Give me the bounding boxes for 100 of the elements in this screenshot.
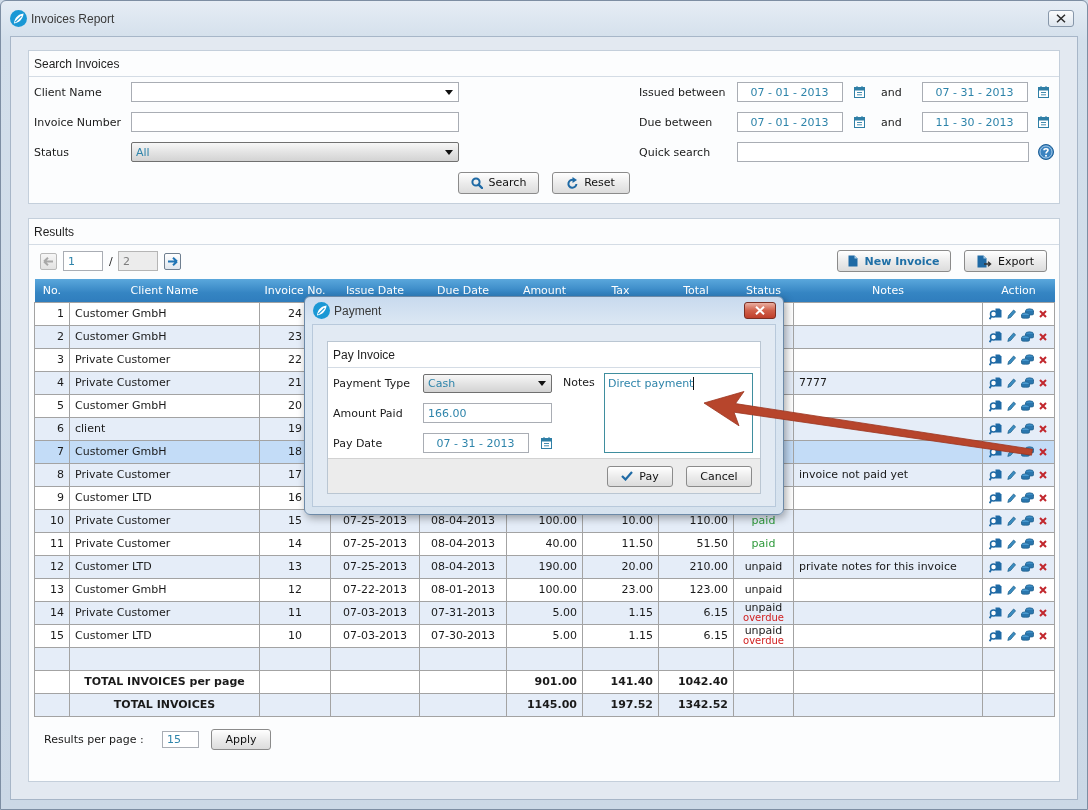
page-field[interactable]: 1	[63, 251, 103, 271]
caret-icon	[445, 149, 453, 155]
document-search-icon[interactable]	[989, 422, 1002, 435]
pay-button[interactable]: Pay	[607, 465, 673, 487]
coins-icon[interactable]	[1021, 629, 1034, 642]
notes-field[interactable]: Direct payment	[604, 373, 753, 453]
pencil-icon[interactable]	[1007, 354, 1016, 365]
date-field[interactable]: 07 - 31 - 2013	[423, 433, 529, 453]
coins-icon[interactable]	[1021, 583, 1034, 596]
pencil-icon[interactable]	[1007, 584, 1016, 595]
calendar-icon[interactable]	[1038, 86, 1049, 98]
delete-icon[interactable]	[1039, 470, 1047, 479]
input-field[interactable]: 15	[162, 731, 199, 748]
cancel-button[interactable]: Cancel	[686, 465, 752, 487]
delete-icon[interactable]	[1039, 355, 1047, 364]
delete-icon[interactable]	[1039, 447, 1047, 456]
total-value: 1042.40	[677, 674, 728, 688]
new-invoice-button[interactable]: New Invoice	[837, 250, 951, 272]
column-header: Notes	[793, 279, 983, 302]
document-search-icon[interactable]	[989, 537, 1002, 550]
document-search-icon[interactable]	[989, 514, 1002, 527]
table-row[interactable]: 11 Private Customer 14 07-25-2013 08-04-2013 40.00 11.50 51.50 paid	[34, 532, 1055, 555]
close-button[interactable]	[1048, 10, 1074, 27]
document-search-icon[interactable]	[989, 468, 1002, 481]
delete-icon[interactable]	[1039, 309, 1047, 318]
field-label: Payment Type	[333, 376, 411, 390]
document-search-icon[interactable]	[989, 307, 1002, 320]
column-header: No.	[34, 279, 70, 302]
pencil-icon[interactable]	[1007, 423, 1016, 434]
export-button[interactable]: Export	[964, 250, 1047, 272]
delete-icon[interactable]	[1039, 608, 1047, 617]
pencil-icon[interactable]	[1007, 492, 1016, 503]
coins-icon[interactable]	[1021, 399, 1034, 412]
document-search-icon[interactable]	[989, 353, 1002, 366]
document-search-icon[interactable]	[989, 399, 1002, 412]
coins-icon[interactable]	[1021, 560, 1034, 573]
due-date: 08-04-2013	[431, 536, 495, 550]
pencil-icon[interactable]	[1007, 331, 1016, 342]
document-search-icon[interactable]	[989, 629, 1002, 642]
pencil-icon[interactable]	[1007, 561, 1016, 572]
calendar-icon[interactable]	[1038, 116, 1049, 128]
pencil-icon[interactable]	[1007, 515, 1016, 526]
calendar-icon[interactable]	[854, 116, 865, 128]
coins-icon[interactable]	[1021, 353, 1034, 366]
pencil-icon[interactable]	[1007, 377, 1016, 388]
input-field[interactable]	[131, 112, 459, 132]
delete-icon[interactable]	[1039, 562, 1047, 571]
help-icon[interactable]	[1038, 144, 1054, 160]
document-search-icon[interactable]	[989, 330, 1002, 343]
coins-icon[interactable]	[1021, 330, 1034, 343]
calendar-icon[interactable]	[854, 86, 865, 98]
pencil-icon[interactable]	[1007, 607, 1016, 618]
input-field[interactable]: 166.00	[423, 403, 552, 423]
coins-icon[interactable]	[1021, 376, 1034, 389]
delete-icon[interactable]	[1039, 585, 1047, 594]
delete-icon[interactable]	[1039, 516, 1047, 525]
delete-icon[interactable]	[1039, 378, 1047, 387]
client-name: client	[75, 421, 106, 435]
coins-icon[interactable]	[1021, 606, 1034, 619]
coins-icon[interactable]	[1021, 307, 1034, 320]
client-name: Customer LTD	[75, 559, 152, 573]
delete-icon[interactable]	[1039, 424, 1047, 433]
search-button[interactable]: Search	[458, 171, 539, 194]
dropdown[interactable]: Cash	[423, 373, 552, 393]
document-search-icon[interactable]	[989, 376, 1002, 389]
pencil-icon[interactable]	[1007, 630, 1016, 641]
table-row[interactable]: 13 Customer GmbH 12 07-22-2013 08-01-2013 100.00 23.00 123.00 unpaid	[34, 578, 1055, 601]
date-field[interactable]: 11 - 30 - 2013	[922, 112, 1028, 132]
table-row[interactable]: 12 Customer LTD 13 07-25-2013 08-04-2013 190.00 20.00 210.00 unpaid private notes for this invoice	[34, 555, 1055, 578]
pencil-icon[interactable]	[1007, 538, 1016, 549]
pencil-icon[interactable]	[1007, 308, 1016, 319]
coins-icon[interactable]	[1021, 422, 1034, 435]
delete-icon[interactable]	[1039, 539, 1047, 548]
next-page-button[interactable]	[164, 252, 181, 270]
date-field[interactable]: 07 - 31 - 2013	[922, 82, 1028, 102]
delete-icon[interactable]	[1039, 401, 1047, 410]
coins-icon[interactable]	[1021, 537, 1034, 550]
document-search-icon[interactable]	[989, 491, 1002, 504]
client-name: Customer GmbH	[75, 306, 167, 320]
delete-icon[interactable]	[1039, 631, 1047, 640]
search-field[interactable]	[737, 142, 1029, 162]
document-search-icon[interactable]	[989, 606, 1002, 619]
document-search-icon[interactable]	[989, 583, 1002, 596]
coins-icon[interactable]	[1021, 514, 1034, 527]
date-field[interactable]: 07 - 01 - 2013	[737, 112, 843, 132]
pencil-icon[interactable]	[1007, 469, 1016, 480]
row-number: 8	[57, 467, 64, 481]
document-search-icon[interactable]	[989, 560, 1002, 573]
table-row[interactable]: 14 Private Customer 11 07-03-2013 07-31-2013 5.00 1.15 6.15 unpaid overdue	[34, 601, 1055, 624]
pencil-icon[interactable]	[1007, 400, 1016, 411]
close-button[interactable]	[744, 302, 776, 319]
table-row[interactable]: 15 Customer LTD 10 07-03-2013 07-30-2013 5.00 1.15 6.15 unpaid overdue	[34, 624, 1055, 647]
delete-icon[interactable]	[1039, 493, 1047, 502]
date-field[interactable]: 07 - 01 - 2013	[737, 82, 843, 102]
apply-button[interactable]: Apply	[211, 729, 271, 750]
reset-button[interactable]: Reset	[552, 171, 630, 194]
coins-icon[interactable]	[1021, 491, 1034, 504]
coins-icon[interactable]	[1021, 468, 1034, 481]
calendar-icon[interactable]	[541, 437, 552, 449]
delete-icon[interactable]	[1039, 332, 1047, 341]
